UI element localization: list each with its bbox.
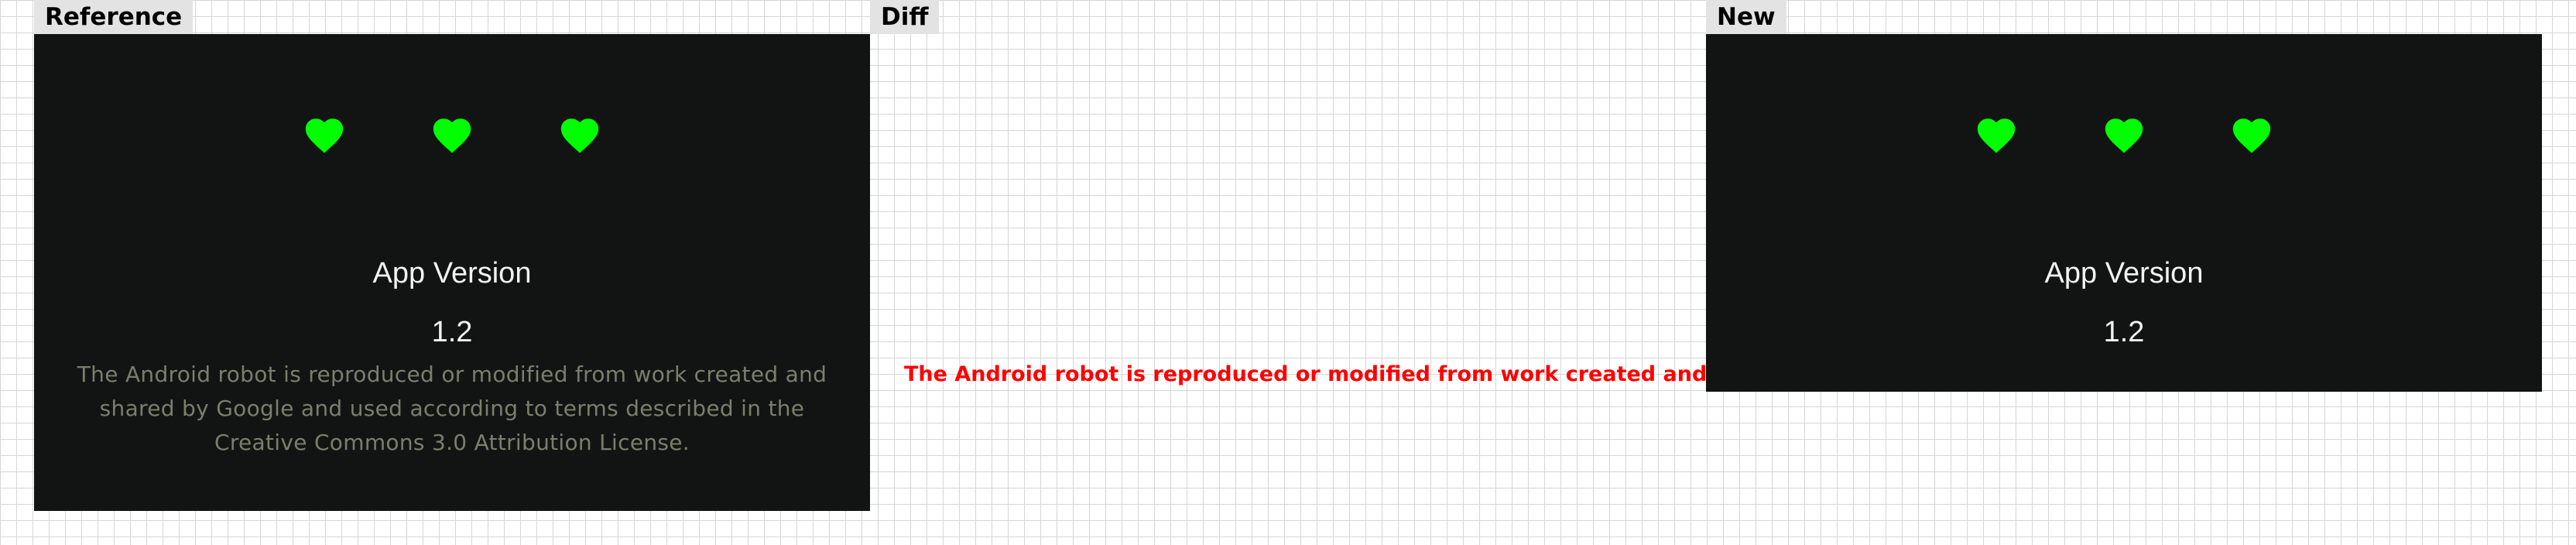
license-line: The Android robot is reproduced or modif… xyxy=(77,362,827,387)
diff-text: The Android robot is reproduced or modif… xyxy=(904,362,1708,386)
new-label: New xyxy=(1706,0,1786,34)
app-version-label: App Version xyxy=(372,257,532,290)
heart-icon xyxy=(557,113,602,158)
reference-label: Reference xyxy=(34,0,194,34)
license-line: Creative Commons 3.0 Attribution License… xyxy=(214,430,690,455)
app-version-value: 1.2 xyxy=(2103,316,2145,348)
diff-label: Diff xyxy=(870,0,940,34)
heart-row xyxy=(34,113,870,163)
heart-row xyxy=(1706,113,2542,163)
license-line: shared by Google and used according to t… xyxy=(99,396,805,421)
license-text: The Android robot is reproduced or modif… xyxy=(65,358,839,460)
heart-icon xyxy=(302,113,347,158)
heart-icon xyxy=(2229,113,2274,158)
reference-screen: App Version 1.2 The Android robot is rep… xyxy=(34,34,870,511)
heart-icon xyxy=(2102,113,2146,158)
heart-icon xyxy=(1974,113,2019,158)
app-version-value: 1.2 xyxy=(431,316,473,348)
heart-icon xyxy=(430,113,474,158)
app-version-label: App Version xyxy=(2044,257,2204,290)
new-screen: App Version 1.2 xyxy=(1706,34,2542,392)
